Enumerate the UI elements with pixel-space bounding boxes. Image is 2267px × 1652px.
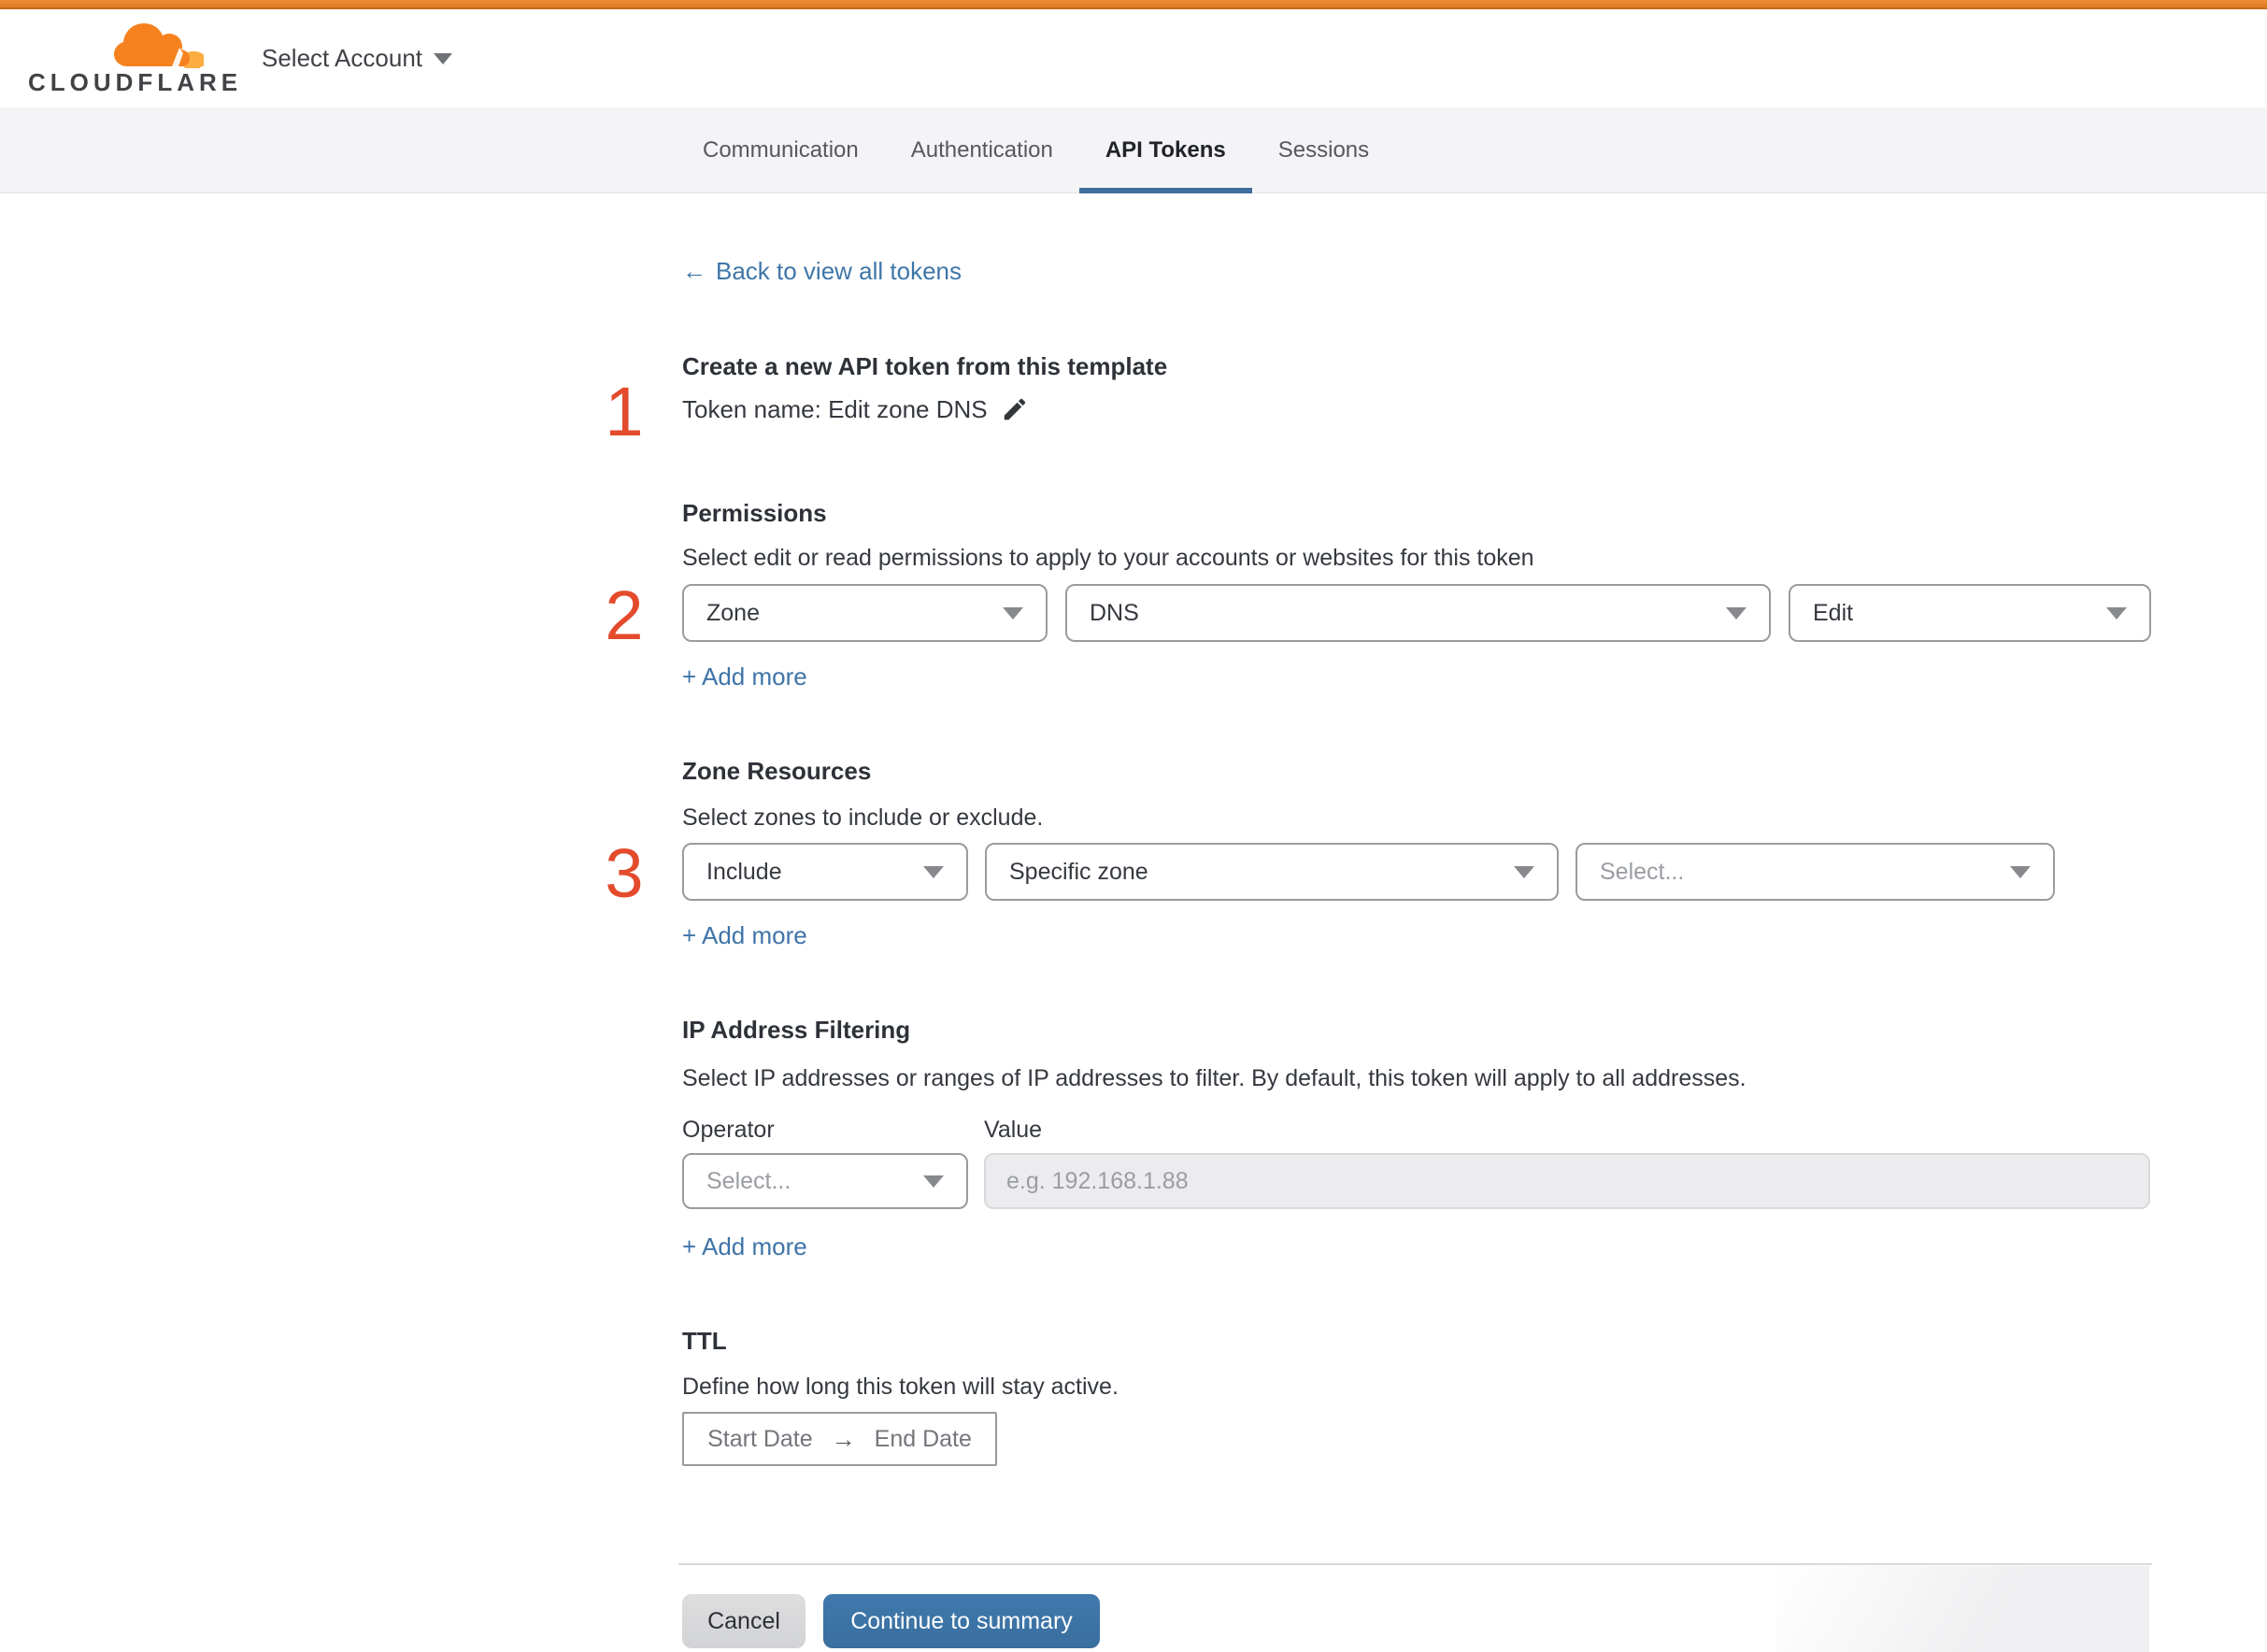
- ip-value-input[interactable]: [984, 1153, 2150, 1209]
- token-template-form: 1 2 3 ← Back to view all tokens Create a…: [605, 193, 2152, 1648]
- tab-label: Authentication: [910, 136, 1053, 163]
- back-arrow-icon: ←: [682, 257, 706, 285]
- permissions-add-more-link[interactable]: + Add more: [682, 661, 807, 692]
- tab-label: API Tokens: [1105, 136, 1226, 163]
- zone-select-dropdown[interactable]: Select...: [1575, 843, 2055, 901]
- chevron-down-icon: [2106, 606, 2127, 620]
- dropdown-value: Include: [706, 858, 782, 885]
- continue-to-summary-button[interactable]: Continue to summary: [823, 1594, 1100, 1648]
- permission-level-dropdown[interactable]: Edit: [1789, 584, 2151, 642]
- tab-communication[interactable]: Communication: [677, 107, 885, 192]
- chevron-down-icon: [434, 52, 452, 64]
- permission-group-dropdown[interactable]: DNS: [1065, 584, 1771, 642]
- cloudflare-logo[interactable]: CLOUDFLARE: [28, 22, 237, 94]
- dropdown-value: Zone: [706, 599, 760, 626]
- account-selector-label: Select Account: [262, 44, 422, 72]
- cloudflare-wordmark: CLOUDFLARE: [28, 67, 243, 96]
- section-permissions: Permissions Select edit or read permissi…: [682, 497, 2152, 692]
- ip-operator-dropdown[interactable]: Select...: [682, 1153, 968, 1209]
- chevron-down-icon: [1003, 606, 1023, 620]
- dropdown-value: DNS: [1090, 599, 1139, 626]
- step-number-3: 3: [605, 834, 644, 912]
- back-link-label: Back to view all tokens: [716, 257, 962, 285]
- app-header: CLOUDFLARE Select Account: [0, 9, 2267, 107]
- step-number-2: 2: [605, 577, 644, 654]
- dropdown-value: Edit: [1813, 599, 1854, 626]
- ip-filtering-description: Select IP addresses or ranges of IP addr…: [682, 1065, 1747, 1091]
- section-zone-resources: Zone Resources Select zones to include o…: [682, 755, 2152, 951]
- zone-resources-add-more-link[interactable]: + Add more: [682, 919, 807, 951]
- footer-divider: [678, 1563, 2152, 1565]
- footer-actions: Cancel Continue to summary: [682, 1594, 2152, 1648]
- tab-api-tokens[interactable]: API Tokens: [1078, 107, 1252, 193]
- tab-label: Sessions: [1277, 136, 1370, 163]
- ttl-title: TTL: [682, 1327, 727, 1355]
- dropdown-value: Specific zone: [1009, 858, 1148, 885]
- back-to-tokens-link[interactable]: ← Back to view all tokens: [682, 257, 962, 285]
- tab-sessions[interactable]: Sessions: [1252, 107, 1395, 192]
- chevron-down-icon: [923, 1175, 944, 1188]
- permission-scope-dropdown[interactable]: Zone: [682, 584, 1048, 642]
- dropdown-placeholder: Select...: [706, 1167, 791, 1194]
- section-template: Create a new API token from this templat…: [682, 350, 2152, 425]
- ttl-date-range-picker[interactable]: Start Date → End Date: [682, 1412, 997, 1466]
- zone-scope-dropdown[interactable]: Specific zone: [985, 843, 1559, 901]
- chevron-down-icon: [923, 865, 944, 878]
- zone-resources-description: Select zones to include or exclude.: [682, 805, 1044, 831]
- cloudflare-cloud-icon: [114, 22, 204, 68]
- tab-authentication[interactable]: Authentication: [885, 107, 1079, 192]
- operator-label: Operator: [682, 1117, 775, 1143]
- ip-filtering-title: IP Address Filtering: [682, 1016, 911, 1044]
- section-ip-filtering: IP Address Filtering Select IP addresses…: [682, 1014, 2152, 1262]
- arrow-right-icon: →: [831, 1424, 856, 1453]
- tab-label: Communication: [703, 136, 859, 163]
- cancel-button[interactable]: Cancel: [682, 1594, 806, 1648]
- ttl-description: Define how long this token will stay act…: [682, 1374, 1119, 1400]
- dropdown-placeholder: Select...: [1600, 858, 1685, 885]
- step-number-1: 1: [605, 373, 644, 450]
- chevron-down-icon: [1726, 606, 1747, 620]
- ip-filtering-add-more-link[interactable]: + Add more: [682, 1231, 807, 1262]
- zone-include-exclude-dropdown[interactable]: Include: [682, 843, 968, 901]
- brand-top-bar: [0, 0, 2267, 9]
- profile-tabbar: Communication Authentication API Tokens …: [0, 107, 2267, 193]
- account-selector[interactable]: Select Account: [262, 44, 452, 73]
- chevron-down-icon: [2010, 865, 2031, 878]
- zone-resources-title: Zone Resources: [682, 757, 872, 785]
- edit-pencil-icon[interactable]: [1001, 395, 1029, 423]
- token-name-text: Token name: Edit zone DNS: [682, 395, 988, 423]
- chevron-down-icon: [1514, 865, 1534, 878]
- end-date-label: End Date: [874, 1425, 972, 1452]
- value-label: Value: [984, 1117, 1043, 1143]
- start-date-label: Start Date: [707, 1425, 813, 1452]
- section-ttl: TTL Define how long this token will stay…: [682, 1325, 2152, 1466]
- permissions-title: Permissions: [682, 499, 827, 527]
- template-section-title: Create a new API token from this templat…: [682, 352, 1168, 380]
- permissions-description: Select edit or read permissions to apply…: [682, 545, 1534, 571]
